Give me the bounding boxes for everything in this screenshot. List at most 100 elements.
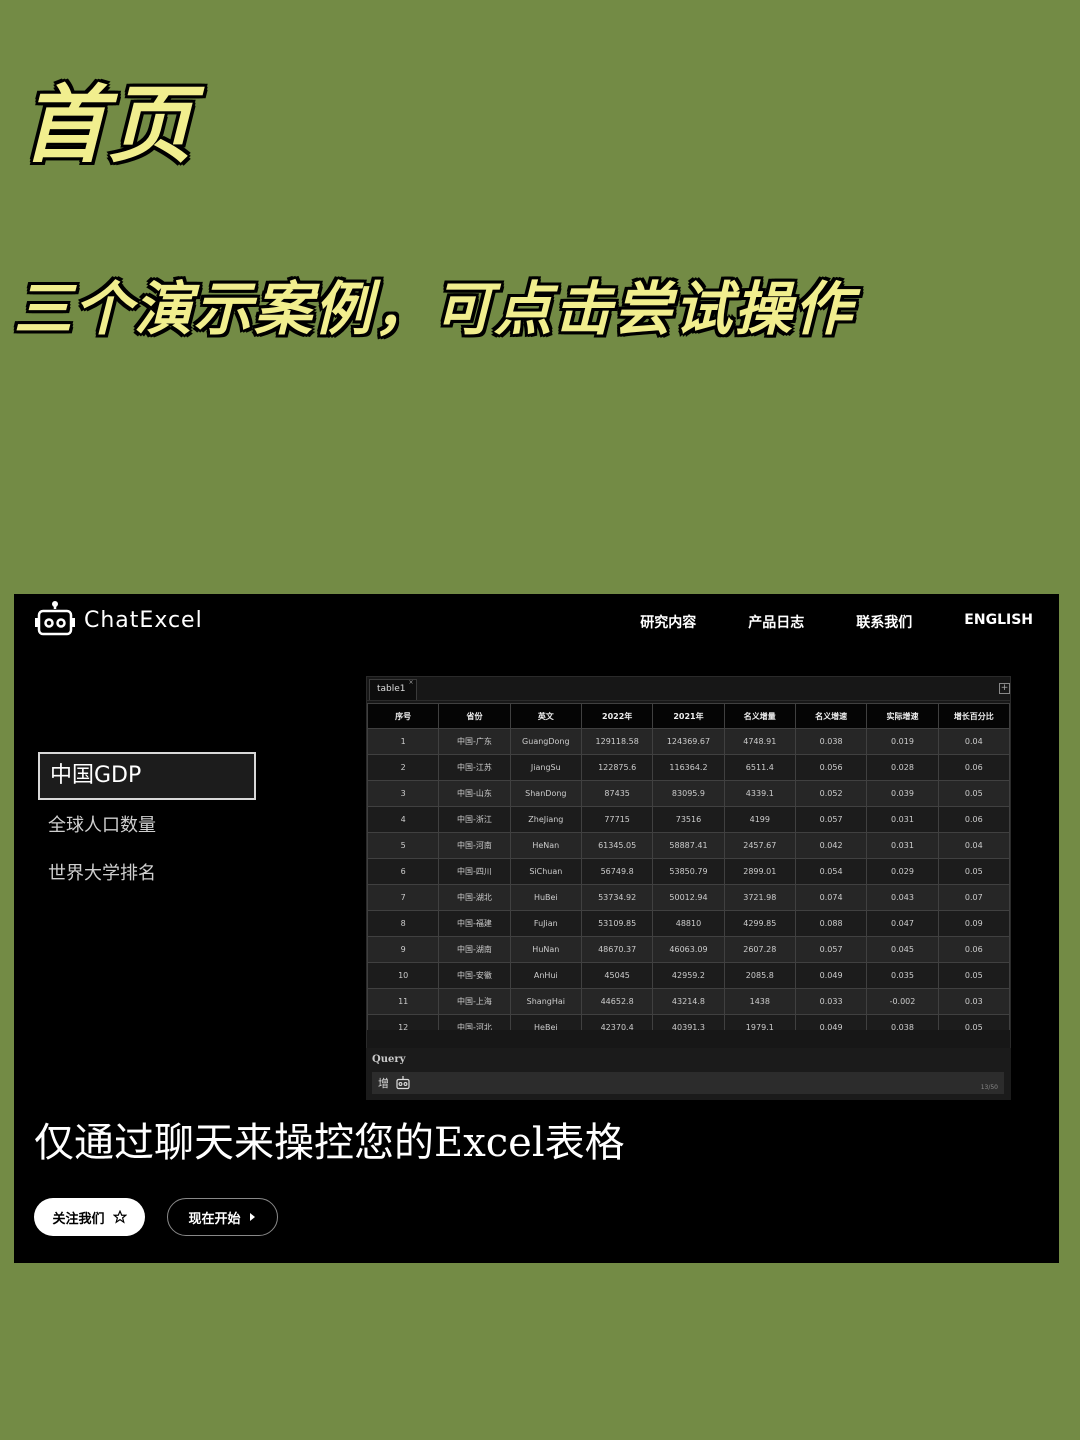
table-cell[interactable]: 2899.01 <box>723 858 796 885</box>
column-header[interactable]: 序号 <box>367 703 440 729</box>
table-cell[interactable]: 0.039 <box>866 780 939 807</box>
table-cell[interactable]: AnHui <box>509 962 582 989</box>
table-cell[interactable]: 4 <box>367 806 440 833</box>
close-icon[interactable]: × <box>409 679 414 686</box>
table-cell[interactable]: 61345.05 <box>580 832 654 859</box>
table-cell[interactable]: 0.04 <box>937 832 1010 859</box>
table-cell[interactable]: 4748.91 <box>723 728 796 755</box>
table-cell[interactable]: 0.043 <box>866 884 939 911</box>
nav-changelog[interactable]: 产品日志 <box>748 612 804 632</box>
column-header[interactable]: 实际增速 <box>866 703 939 729</box>
table-cell[interactable]: 0.019 <box>866 728 939 755</box>
table-cell[interactable]: 0.052 <box>794 780 868 807</box>
table-cell[interactable]: 9 <box>367 936 440 963</box>
column-header[interactable]: 英文 <box>509 703 582 729</box>
table-cell[interactable]: 0.049 <box>794 962 868 989</box>
table-row[interactable]: 8 中国-福建 FuJian 53109.85 48810 4299.85 0.088 0.0… <box>367 910 1010 937</box>
table-cell[interactable]: JiangSu <box>509 754 582 781</box>
table-cell[interactable]: 0.057 <box>794 936 868 963</box>
menu-item-china-gdp[interactable]: 中国GDP <box>38 752 256 800</box>
table-cell[interactable]: HeNan <box>509 832 582 859</box>
column-header[interactable]: 名义增速 <box>794 703 868 729</box>
table-cell[interactable]: 0.06 <box>937 806 1010 833</box>
table-cell[interactable]: 0.028 <box>866 754 939 781</box>
table-cell[interactable]: 6511.4 <box>723 754 796 781</box>
table-cell[interactable]: 12 <box>367 1014 440 1030</box>
table-row[interactable]: 7 中国-湖北 HuBei 53734.92 50012.94 3721.98 0.074 0… <box>367 884 1010 911</box>
table-cell[interactable]: GuangDong <box>509 728 582 755</box>
start-button[interactable]: 现在开始 <box>167 1198 278 1236</box>
table-cell[interactable]: 6 <box>367 858 440 885</box>
table-row[interactable]: 12 中国-河北 HeBei 42370.4 40391.3 1979.1 0.049 0.0… <box>367 1014 1010 1030</box>
table-cell[interactable]: 0.031 <box>866 806 939 833</box>
table-cell[interactable]: 中国-河北 <box>438 1014 511 1030</box>
table-row[interactable]: 3 中国-山东 ShanDong 87435 83095.9 4339.1 0.052 0.0… <box>367 780 1010 807</box>
table-cell[interactable]: 4199 <box>723 806 796 833</box>
table-cell[interactable]: 42370.4 <box>580 1014 654 1030</box>
table-row[interactable]: 1 中国-广东 GuangDong 129118.58 124369.67 4748.91… <box>367 728 1010 755</box>
table-cell[interactable]: 77715 <box>580 806 654 833</box>
table-cell[interactable]: 0.09 <box>937 910 1010 937</box>
table-cell[interactable]: 46063.09 <box>652 936 725 963</box>
table-row[interactable]: 6 中国-四川 SiChuan 56749.8 53850.79 2899.01 0.054… <box>367 858 1010 885</box>
table-cell[interactable]: 7 <box>367 884 440 911</box>
table-cell[interactable]: 73516 <box>652 806 725 833</box>
table-cell[interactable]: 4299.85 <box>723 910 796 937</box>
table-cell[interactable]: 56749.8 <box>580 858 654 885</box>
table-cell[interactable]: 中国-四川 <box>438 858 511 885</box>
table-cell[interactable]: 0.05 <box>937 780 1010 807</box>
table-cell[interactable]: 4339.1 <box>723 780 796 807</box>
table-cell[interactable]: 48670.37 <box>580 936 654 963</box>
logo[interactable]: ChatExcel <box>34 598 203 642</box>
table-cell[interactable]: 0.035 <box>866 962 939 989</box>
table-cell[interactable]: 45045 <box>580 962 654 989</box>
table-cell[interactable]: 48810 <box>652 910 725 937</box>
table-cell[interactable]: 10 <box>367 962 440 989</box>
table-cell[interactable]: 0.05 <box>937 1014 1010 1030</box>
table-cell[interactable]: 0.029 <box>866 858 939 885</box>
table-cell[interactable]: 44652.8 <box>580 988 654 1015</box>
table-row[interactable]: 2 中国-江苏 JiangSu 122875.6 116364.2 6511.4 0.056… <box>367 754 1010 781</box>
nav-contact[interactable]: 联系我们 <box>856 612 912 632</box>
table-cell[interactable]: 3 <box>367 780 440 807</box>
table-cell[interactable]: 中国-湖南 <box>438 936 511 963</box>
table-cell[interactable]: 中国-山东 <box>438 780 511 807</box>
table-cell[interactable]: 中国-广东 <box>438 728 511 755</box>
table-cell[interactable]: 43214.8 <box>652 988 725 1015</box>
table-cell[interactable]: 中国-浙江 <box>438 806 511 833</box>
table-cell[interactable]: 3721.98 <box>723 884 796 911</box>
table-cell[interactable]: 0.049 <box>794 1014 868 1030</box>
table-cell[interactable]: 87435 <box>580 780 654 807</box>
table-cell[interactable]: 2457.67 <box>723 832 796 859</box>
table-cell[interactable]: 8 <box>367 910 440 937</box>
column-header[interactable]: 名义增量 <box>723 703 796 729</box>
table-cell[interactable]: FuJian <box>509 910 582 937</box>
table-cell[interactable]: 42959.2 <box>652 962 725 989</box>
table-cell[interactable]: 中国-河南 <box>438 832 511 859</box>
table-cell[interactable]: HuBei <box>509 884 582 911</box>
table-cell[interactable]: 5 <box>367 832 440 859</box>
table-cell[interactable]: 0.038 <box>794 728 868 755</box>
table-cell[interactable]: 0.045 <box>866 936 939 963</box>
table-cell[interactable]: 83095.9 <box>652 780 725 807</box>
table-cell[interactable]: 53109.85 <box>580 910 654 937</box>
table-cell[interactable]: 0.07 <box>937 884 1010 911</box>
table-cell[interactable]: 40391.3 <box>652 1014 725 1030</box>
table-cell[interactable]: 50012.94 <box>652 884 725 911</box>
table-cell[interactable]: 2 <box>367 754 440 781</box>
tab-table1[interactable]: table1 × <box>369 679 417 700</box>
table-scroll-area[interactable]: 序号 省份 英文 2022年 2021年 名义增量 名义增速 实际增速 增长百分比 1 中国-广东… <box>367 701 1010 1030</box>
table-cell[interactable]: 0.06 <box>937 754 1010 781</box>
table-cell[interactable]: 0.04 <box>937 728 1010 755</box>
table-cell[interactable]: 0.03 <box>937 988 1010 1015</box>
table-cell[interactable]: 0.05 <box>937 962 1010 989</box>
table-cell[interactable]: 122875.6 <box>580 754 654 781</box>
table-cell[interactable]: 124369.67 <box>652 728 725 755</box>
follow-button[interactable]: 关注我们 <box>34 1198 145 1236</box>
table-cell[interactable]: HeBei <box>509 1014 582 1030</box>
table-cell[interactable]: 0.054 <box>794 858 868 885</box>
table-row[interactable]: 10 中国-安徽 AnHui 45045 42959.2 2085.8 0.049 0.035… <box>367 962 1010 989</box>
table-cell[interactable]: 0.031 <box>866 832 939 859</box>
table-row[interactable]: 4 中国-浙江 ZheJiang 77715 73516 4199 0.057 0.031 0.… <box>367 806 1010 833</box>
table-cell[interactable]: 1979.1 <box>723 1014 796 1030</box>
